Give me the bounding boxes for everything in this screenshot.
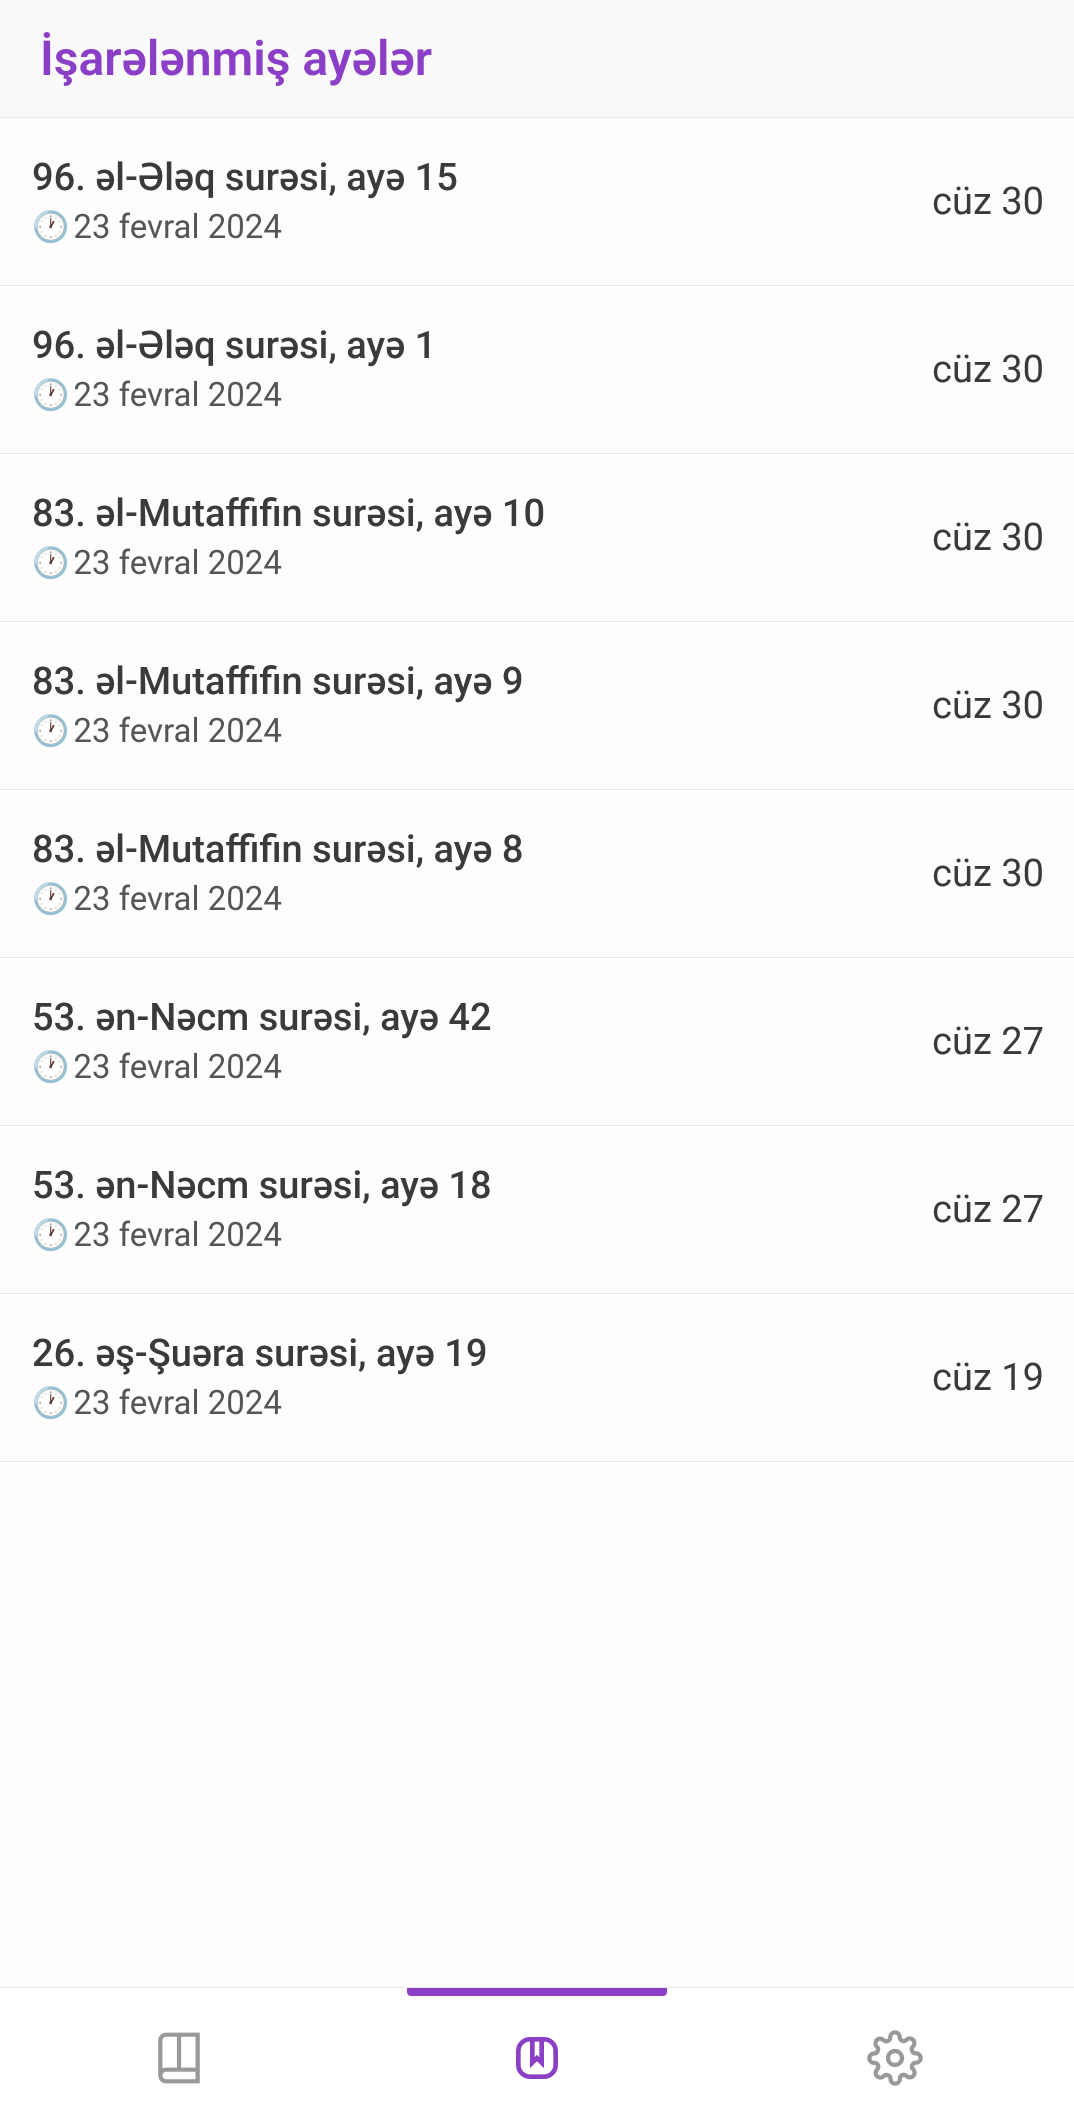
bookmark-juz: cüz 27 xyxy=(932,1020,1044,1064)
clock-icon: 🕐 xyxy=(32,1218,69,1253)
bookmark-item-content: 83. əl-Mutaffifin surəsi, ayə 9 🕐23 fevra… xyxy=(32,660,523,751)
page-header: İşarələnmiş ayələr xyxy=(0,0,1074,118)
nav-tab-settings[interactable] xyxy=(716,1988,1074,2127)
bookmark-item-content: 53. ən-Nəcm surəsi, ayə 42 🕐23 fevral 202… xyxy=(32,996,492,1087)
gear-icon xyxy=(867,2030,923,2086)
page-title: İşarələnmiş ayələr xyxy=(40,30,1034,87)
bookmark-item-content: 83. əl-Mutaffifin surəsi, ayə 8 🕐23 fevra… xyxy=(32,828,523,919)
bookmark-item-content: 53. ən-Nəcm surəsi, ayə 18 🕐23 fevral 202… xyxy=(32,1164,492,1255)
bookmark-title: 83. əl-Mutaffifin surəsi, ayə 10 xyxy=(32,492,545,536)
bookmark-item-content: 26. əş-Şuəra surəsi, ayə 19 🕐23 fevral 20… xyxy=(32,1332,488,1423)
clock-icon: 🕐 xyxy=(32,546,69,581)
bookmark-juz: cüz 30 xyxy=(932,348,1044,392)
bookmark-date-row: 🕐23 fevral 2024 xyxy=(32,376,436,415)
bookmark-juz: cüz 30 xyxy=(932,516,1044,560)
bottom-navigation xyxy=(0,1987,1074,2127)
bookmark-item-content: 96. əl-Ələq surəsi, ayə 15 🕐23 fevral 202… xyxy=(32,156,458,247)
bookmark-juz: cüz 30 xyxy=(932,180,1044,224)
bookmark-item[interactable]: 83. əl-Mutaffifin surəsi, ayə 8 🕐23 fevra… xyxy=(0,790,1074,958)
clock-icon: 🕐 xyxy=(32,882,69,917)
bookmark-date-row: 🕐23 fevral 2024 xyxy=(32,544,545,583)
bookmark-date-row: 🕐23 fevral 2024 xyxy=(32,880,523,919)
bookmark-date: 23 fevral 2024 xyxy=(73,1216,282,1255)
bookmark-item[interactable]: 53. ən-Nəcm surəsi, ayə 42 🕐23 fevral 202… xyxy=(0,958,1074,1126)
bookmark-title: 96. əl-Ələq surəsi, ayə 15 xyxy=(32,156,458,200)
bookmark-date: 23 fevral 2024 xyxy=(73,544,282,583)
bookmark-title: 26. əş-Şuəra surəsi, ayə 19 xyxy=(32,1332,488,1376)
bookmark-item[interactable]: 26. əş-Şuəra surəsi, ayə 19 🕐23 fevral 20… xyxy=(0,1294,1074,1462)
clock-icon: 🕐 xyxy=(32,1050,69,1085)
bookmark-juz: cüz 27 xyxy=(932,1188,1044,1232)
clock-icon: 🕐 xyxy=(32,210,69,245)
bookmark-item[interactable]: 83. əl-Mutaffifin surəsi, ayə 10 🕐23 fevr… xyxy=(0,454,1074,622)
clock-icon: 🕐 xyxy=(32,378,69,413)
bookmark-item[interactable]: 53. ən-Nəcm surəsi, ayə 18 🕐23 fevral 202… xyxy=(0,1126,1074,1294)
bookmark-title: 83. əl-Mutaffifin surəsi, ayə 9 xyxy=(32,660,523,704)
bookmark-date: 23 fevral 2024 xyxy=(73,208,282,247)
bookmark-date-row: 🕐23 fevral 2024 xyxy=(32,712,523,751)
clock-icon: 🕐 xyxy=(32,1386,69,1421)
bookmark-date: 23 fevral 2024 xyxy=(73,1048,282,1087)
bookmark-title: 53. ən-Nəcm surəsi, ayə 42 xyxy=(32,996,492,1040)
bookmark-item-content: 83. əl-Mutaffifin surəsi, ayə 10 🕐23 fevr… xyxy=(32,492,545,583)
bookmark-item[interactable]: 83. əl-Mutaffifin surəsi, ayə 9 🕐23 fevra… xyxy=(0,622,1074,790)
bookmark-item-content: 96. əl-Ələq surəsi, ayə 1 🕐23 fevral 2024 xyxy=(32,324,436,415)
bookmark-date: 23 fevral 2024 xyxy=(73,1384,282,1423)
nav-tab-reader[interactable] xyxy=(0,1988,358,2127)
bookmark-date: 23 fevral 2024 xyxy=(73,880,282,919)
bookmarks-list[interactable]: 96. əl-Ələq surəsi, ayə 15🕐23 fevral 202… xyxy=(0,118,1074,1987)
clock-icon: 🕐 xyxy=(32,714,69,749)
book-icon xyxy=(151,2030,207,2086)
bookmark-item[interactable]: 96. əl-Ələq surəsi, ayə 1 🕐23 fevral 2024… xyxy=(0,286,1074,454)
bookmark-title: 53. ən-Nəcm surəsi, ayə 18 xyxy=(32,1164,492,1208)
bookmark-title: 83. əl-Mutaffifin surəsi, ayə 8 xyxy=(32,828,523,872)
bookmark-date: 23 fevral 2024 xyxy=(73,376,282,415)
nav-tab-bookmarks[interactable] xyxy=(358,1988,716,2127)
bookmark-item[interactable]: 96. əl-Ələq surəsi, ayə 15 🕐23 fevral 202… xyxy=(0,118,1074,286)
bookmark-icon xyxy=(509,2030,565,2086)
bookmark-date: 23 fevral 2024 xyxy=(73,712,282,751)
bookmark-title: 96. əl-Ələq surəsi, ayə 1 xyxy=(32,324,436,368)
bookmark-date-row: 🕐23 fevral 2024 xyxy=(32,1384,488,1423)
bookmark-date-row: 🕐23 fevral 2024 xyxy=(32,1048,492,1087)
bookmark-juz: cüz 19 xyxy=(932,1356,1044,1400)
bookmark-juz: cüz 30 xyxy=(932,684,1044,728)
bookmark-date-row: 🕐23 fevral 2024 xyxy=(32,1216,492,1255)
bookmark-juz: cüz 30 xyxy=(932,852,1044,896)
bookmark-date-row: 🕐23 fevral 2024 xyxy=(32,208,458,247)
